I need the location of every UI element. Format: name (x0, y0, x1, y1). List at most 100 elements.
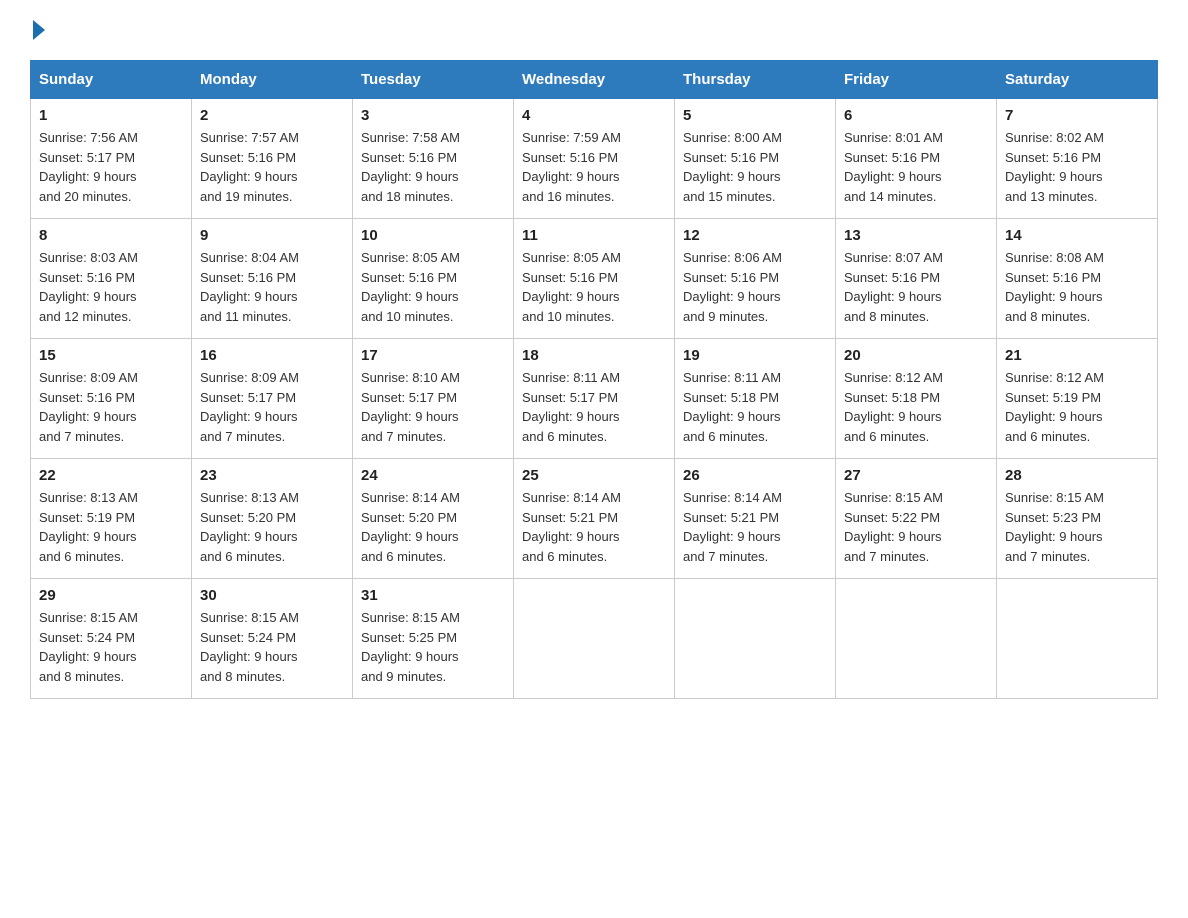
week-row-2: 8 Sunrise: 8:03 AMSunset: 5:16 PMDayligh… (31, 219, 1158, 339)
logo (30, 20, 45, 40)
col-header-wednesday: Wednesday (514, 61, 675, 99)
day-info: Sunrise: 8:13 AMSunset: 5:19 PMDaylight:… (39, 490, 138, 564)
col-header-monday: Monday (192, 61, 353, 99)
day-number: 24 (361, 467, 505, 484)
day-number: 13 (844, 227, 988, 244)
week-row-1: 1 Sunrise: 7:56 AMSunset: 5:17 PMDayligh… (31, 99, 1158, 219)
day-info: Sunrise: 8:05 AMSunset: 5:16 PMDaylight:… (361, 250, 460, 324)
day-number: 11 (522, 227, 666, 244)
calendar-cell: 31 Sunrise: 8:15 AMSunset: 5:25 PMDaylig… (353, 579, 514, 699)
day-number: 8 (39, 227, 183, 244)
calendar-cell: 18 Sunrise: 8:11 AMSunset: 5:17 PMDaylig… (514, 339, 675, 459)
day-info: Sunrise: 8:13 AMSunset: 5:20 PMDaylight:… (200, 490, 299, 564)
day-number: 31 (361, 587, 505, 604)
day-info: Sunrise: 8:08 AMSunset: 5:16 PMDaylight:… (1005, 250, 1104, 324)
day-number: 30 (200, 587, 344, 604)
day-info: Sunrise: 8:15 AMSunset: 5:22 PMDaylight:… (844, 490, 943, 564)
day-number: 4 (522, 107, 666, 124)
day-info: Sunrise: 8:14 AMSunset: 5:20 PMDaylight:… (361, 490, 460, 564)
calendar-cell (675, 579, 836, 699)
calendar-cell: 11 Sunrise: 8:05 AMSunset: 5:16 PMDaylig… (514, 219, 675, 339)
calendar-cell: 3 Sunrise: 7:58 AMSunset: 5:16 PMDayligh… (353, 99, 514, 219)
calendar-cell: 30 Sunrise: 8:15 AMSunset: 5:24 PMDaylig… (192, 579, 353, 699)
day-info: Sunrise: 8:09 AMSunset: 5:16 PMDaylight:… (39, 370, 138, 444)
day-number: 10 (361, 227, 505, 244)
day-number: 20 (844, 347, 988, 364)
day-info: Sunrise: 8:00 AMSunset: 5:16 PMDaylight:… (683, 130, 782, 204)
day-number: 21 (1005, 347, 1149, 364)
day-info: Sunrise: 8:12 AMSunset: 5:19 PMDaylight:… (1005, 370, 1104, 444)
calendar-cell: 7 Sunrise: 8:02 AMSunset: 5:16 PMDayligh… (997, 99, 1158, 219)
calendar-cell: 17 Sunrise: 8:10 AMSunset: 5:17 PMDaylig… (353, 339, 514, 459)
day-number: 1 (39, 107, 183, 124)
day-info: Sunrise: 8:14 AMSunset: 5:21 PMDaylight:… (522, 490, 621, 564)
calendar-cell: 10 Sunrise: 8:05 AMSunset: 5:16 PMDaylig… (353, 219, 514, 339)
day-number: 25 (522, 467, 666, 484)
day-info: Sunrise: 8:09 AMSunset: 5:17 PMDaylight:… (200, 370, 299, 444)
day-info: Sunrise: 8:06 AMSunset: 5:16 PMDaylight:… (683, 250, 782, 324)
week-row-5: 29 Sunrise: 8:15 AMSunset: 5:24 PMDaylig… (31, 579, 1158, 699)
calendar-cell (836, 579, 997, 699)
calendar-cell: 21 Sunrise: 8:12 AMSunset: 5:19 PMDaylig… (997, 339, 1158, 459)
day-info: Sunrise: 7:58 AMSunset: 5:16 PMDaylight:… (361, 130, 460, 204)
day-info: Sunrise: 7:56 AMSunset: 5:17 PMDaylight:… (39, 130, 138, 204)
col-header-sunday: Sunday (31, 61, 192, 99)
day-info: Sunrise: 8:15 AMSunset: 5:25 PMDaylight:… (361, 610, 460, 684)
calendar-header-row: SundayMondayTuesdayWednesdayThursdayFrid… (31, 61, 1158, 99)
calendar-cell: 22 Sunrise: 8:13 AMSunset: 5:19 PMDaylig… (31, 459, 192, 579)
day-info: Sunrise: 7:57 AMSunset: 5:16 PMDaylight:… (200, 130, 299, 204)
calendar-cell: 2 Sunrise: 7:57 AMSunset: 5:16 PMDayligh… (192, 99, 353, 219)
calendar-cell: 14 Sunrise: 8:08 AMSunset: 5:16 PMDaylig… (997, 219, 1158, 339)
day-number: 28 (1005, 467, 1149, 484)
col-header-thursday: Thursday (675, 61, 836, 99)
day-number: 2 (200, 107, 344, 124)
day-info: Sunrise: 8:15 AMSunset: 5:24 PMDaylight:… (39, 610, 138, 684)
week-row-4: 22 Sunrise: 8:13 AMSunset: 5:19 PMDaylig… (31, 459, 1158, 579)
calendar-cell (997, 579, 1158, 699)
calendar-cell: 6 Sunrise: 8:01 AMSunset: 5:16 PMDayligh… (836, 99, 997, 219)
day-number: 23 (200, 467, 344, 484)
calendar-cell (514, 579, 675, 699)
logo-general (30, 20, 45, 40)
calendar-cell: 19 Sunrise: 8:11 AMSunset: 5:18 PMDaylig… (675, 339, 836, 459)
day-info: Sunrise: 8:12 AMSunset: 5:18 PMDaylight:… (844, 370, 943, 444)
calendar-cell: 16 Sunrise: 8:09 AMSunset: 5:17 PMDaylig… (192, 339, 353, 459)
day-number: 27 (844, 467, 988, 484)
calendar-cell: 25 Sunrise: 8:14 AMSunset: 5:21 PMDaylig… (514, 459, 675, 579)
day-number: 16 (200, 347, 344, 364)
day-info: Sunrise: 8:01 AMSunset: 5:16 PMDaylight:… (844, 130, 943, 204)
calendar-cell: 20 Sunrise: 8:12 AMSunset: 5:18 PMDaylig… (836, 339, 997, 459)
day-info: Sunrise: 8:11 AMSunset: 5:17 PMDaylight:… (522, 370, 620, 444)
day-number: 19 (683, 347, 827, 364)
day-info: Sunrise: 8:10 AMSunset: 5:17 PMDaylight:… (361, 370, 460, 444)
day-number: 26 (683, 467, 827, 484)
day-number: 29 (39, 587, 183, 604)
day-number: 3 (361, 107, 505, 124)
day-number: 22 (39, 467, 183, 484)
calendar-cell: 15 Sunrise: 8:09 AMSunset: 5:16 PMDaylig… (31, 339, 192, 459)
day-number: 9 (200, 227, 344, 244)
day-number: 5 (683, 107, 827, 124)
day-info: Sunrise: 8:04 AMSunset: 5:16 PMDaylight:… (200, 250, 299, 324)
calendar-cell: 26 Sunrise: 8:14 AMSunset: 5:21 PMDaylig… (675, 459, 836, 579)
calendar-cell: 24 Sunrise: 8:14 AMSunset: 5:20 PMDaylig… (353, 459, 514, 579)
day-number: 15 (39, 347, 183, 364)
calendar-table: SundayMondayTuesdayWednesdayThursdayFrid… (30, 60, 1158, 699)
week-row-3: 15 Sunrise: 8:09 AMSunset: 5:16 PMDaylig… (31, 339, 1158, 459)
day-info: Sunrise: 8:07 AMSunset: 5:16 PMDaylight:… (844, 250, 943, 324)
day-number: 7 (1005, 107, 1149, 124)
calendar-cell: 4 Sunrise: 7:59 AMSunset: 5:16 PMDayligh… (514, 99, 675, 219)
calendar-cell: 1 Sunrise: 7:56 AMSunset: 5:17 PMDayligh… (31, 99, 192, 219)
calendar-cell: 8 Sunrise: 8:03 AMSunset: 5:16 PMDayligh… (31, 219, 192, 339)
day-info: Sunrise: 8:14 AMSunset: 5:21 PMDaylight:… (683, 490, 782, 564)
day-number: 6 (844, 107, 988, 124)
day-info: Sunrise: 8:05 AMSunset: 5:16 PMDaylight:… (522, 250, 621, 324)
calendar-cell: 27 Sunrise: 8:15 AMSunset: 5:22 PMDaylig… (836, 459, 997, 579)
calendar-cell: 28 Sunrise: 8:15 AMSunset: 5:23 PMDaylig… (997, 459, 1158, 579)
col-header-friday: Friday (836, 61, 997, 99)
col-header-saturday: Saturday (997, 61, 1158, 99)
calendar-cell: 13 Sunrise: 8:07 AMSunset: 5:16 PMDaylig… (836, 219, 997, 339)
day-number: 17 (361, 347, 505, 364)
logo-arrow-icon (33, 20, 45, 40)
calendar-cell: 5 Sunrise: 8:00 AMSunset: 5:16 PMDayligh… (675, 99, 836, 219)
